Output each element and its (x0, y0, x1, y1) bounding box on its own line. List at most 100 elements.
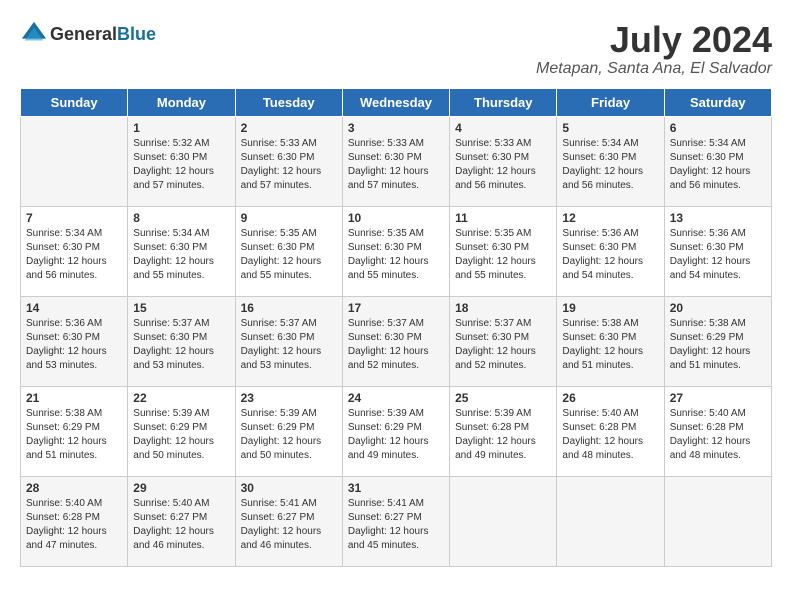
calendar-cell: 23 Sunrise: 5:39 AM Sunset: 6:29 PM Dayli… (235, 386, 342, 476)
calendar-body: 1 Sunrise: 5:32 AM Sunset: 6:30 PM Daylig… (21, 116, 772, 566)
cell-content: Sunrise: 5:33 AM Sunset: 6:30 PM Dayligh… (455, 137, 551, 193)
cell-content: Sunrise: 5:35 AM Sunset: 6:30 PM Dayligh… (455, 227, 551, 283)
calendar-cell: 9Sunrise: 5:35 AM Sunset: 6:30 PM Daylig… (235, 206, 342, 296)
calendar-cell: 31 Sunrise: 5:41 AM Sunset: 6:27 PM Dayli… (342, 476, 449, 566)
cell-content: Sunrise: 5:35 AM Sunset: 6:30 PM Dayligh… (348, 227, 444, 283)
days-header-row: Sunday Monday Tuesday Wednesday Thursday… (21, 88, 772, 116)
day-number: 24 (348, 391, 444, 405)
calendar-cell: 26 Sunrise: 5:40 AM Sunset: 6:28 PM Dayli… (557, 386, 664, 476)
day-number: 6 (670, 121, 766, 135)
day-number: 8 (133, 211, 229, 225)
month-year-title: July 2024 (536, 20, 772, 60)
cell-content: Sunrise: 5:41 AM Sunset: 6:27 PM Dayligh… (348, 497, 444, 553)
cell-content: Sunrise: 5:39 AM Sunset: 6:29 PM Dayligh… (348, 407, 444, 463)
calendar-cell: 3 Sunrise: 5:33 AM Sunset: 6:30 PM Daylig… (342, 116, 449, 206)
cell-content: Sunrise: 5:40 AM Sunset: 6:28 PM Dayligh… (26, 497, 122, 553)
cell-content: Sunrise: 5:32 AM Sunset: 6:30 PM Dayligh… (133, 137, 229, 193)
logo-blue: Blue (117, 24, 156, 44)
cell-content: Sunrise: 5:40 AM Sunset: 6:28 PM Dayligh… (562, 407, 658, 463)
cell-content: Sunrise: 5:33 AM Sunset: 6:30 PM Dayligh… (348, 137, 444, 193)
calendar-header: Sunday Monday Tuesday Wednesday Thursday… (21, 88, 772, 116)
day-number: 23 (241, 391, 337, 405)
cell-content: Sunrise: 5:38 AM Sunset: 6:29 PM Dayligh… (26, 407, 122, 463)
calendar-cell: 14 Sunrise: 5:36 AM Sunset: 6:30 PM Dayli… (21, 296, 128, 386)
calendar-cell: 25Sunrise: 5:39 AM Sunset: 6:28 PM Dayli… (450, 386, 557, 476)
cell-content: Sunrise: 5:36 AM Sunset: 6:30 PM Dayligh… (562, 227, 658, 283)
day-number: 30 (241, 481, 337, 495)
calendar-cell: 1 Sunrise: 5:32 AM Sunset: 6:30 PM Daylig… (128, 116, 235, 206)
cell-content: Sunrise: 5:34 AM Sunset: 6:30 PM Dayligh… (562, 137, 658, 193)
calendar-cell: 30 Sunrise: 5:41 AM Sunset: 6:27 PM Dayli… (235, 476, 342, 566)
cell-content: Sunrise: 5:34 AM Sunset: 6:30 PM Dayligh… (133, 227, 229, 283)
cell-content: Sunrise: 5:41 AM Sunset: 6:27 PM Dayligh… (241, 497, 337, 553)
header-wednesday: Wednesday (342, 88, 449, 116)
day-number: 10 (348, 211, 444, 225)
cell-content: Sunrise: 5:39 AM Sunset: 6:28 PM Dayligh… (455, 407, 551, 463)
cell-content: Sunrise: 5:34 AM Sunset: 6:30 PM Dayligh… (26, 227, 122, 283)
header-saturday: Saturday (664, 88, 771, 116)
cell-content: Sunrise: 5:37 AM Sunset: 6:30 PM Dayligh… (455, 317, 551, 373)
calendar-cell: 22 Sunrise: 5:39 AM Sunset: 6:29 PM Dayli… (128, 386, 235, 476)
cell-content: Sunrise: 5:35 AM Sunset: 6:30 PM Dayligh… (241, 227, 337, 283)
logo-general: General (50, 24, 117, 44)
calendar-cell: 12 Sunrise: 5:36 AM Sunset: 6:30 PM Dayli… (557, 206, 664, 296)
day-number: 27 (670, 391, 766, 405)
day-number: 7 (26, 211, 122, 225)
cell-content: Sunrise: 5:36 AM Sunset: 6:30 PM Dayligh… (26, 317, 122, 373)
calendar-cell: 2Sunrise: 5:33 AM Sunset: 6:30 PM Daylig… (235, 116, 342, 206)
calendar-cell: 24 Sunrise: 5:39 AM Sunset: 6:29 PM Dayli… (342, 386, 449, 476)
header-sunday: Sunday (21, 88, 128, 116)
day-number: 18 (455, 301, 551, 315)
calendar-cell: 17 Sunrise: 5:37 AM Sunset: 6:30 PM Dayli… (342, 296, 449, 386)
calendar-cell: 10 Sunrise: 5:35 AM Sunset: 6:30 PM Dayli… (342, 206, 449, 296)
day-number: 29 (133, 481, 229, 495)
day-number: 31 (348, 481, 444, 495)
day-number: 5 (562, 121, 658, 135)
cell-content: Sunrise: 5:38 AM Sunset: 6:30 PM Dayligh… (562, 317, 658, 373)
cell-content: Sunrise: 5:37 AM Sunset: 6:30 PM Dayligh… (348, 317, 444, 373)
calendar-cell: 28Sunrise: 5:40 AM Sunset: 6:28 PM Dayli… (21, 476, 128, 566)
calendar-week-row: 14 Sunrise: 5:36 AM Sunset: 6:30 PM Dayli… (21, 296, 772, 386)
cell-content: Sunrise: 5:33 AM Sunset: 6:30 PM Dayligh… (241, 137, 337, 193)
calendar-cell: 21Sunrise: 5:38 AM Sunset: 6:29 PM Dayli… (21, 386, 128, 476)
day-number: 14 (26, 301, 122, 315)
logo-icon (20, 20, 48, 48)
calendar-week-row: 7 Sunrise: 5:34 AM Sunset: 6:30 PM Daylig… (21, 206, 772, 296)
cell-content: Sunrise: 5:40 AM Sunset: 6:27 PM Dayligh… (133, 497, 229, 553)
calendar-table: Sunday Monday Tuesday Wednesday Thursday… (20, 88, 772, 567)
calendar-cell: 8 Sunrise: 5:34 AM Sunset: 6:30 PM Daylig… (128, 206, 235, 296)
day-number: 22 (133, 391, 229, 405)
calendar-cell: 20Sunrise: 5:38 AM Sunset: 6:29 PM Dayli… (664, 296, 771, 386)
cell-content: Sunrise: 5:37 AM Sunset: 6:30 PM Dayligh… (133, 317, 229, 373)
day-number: 19 (562, 301, 658, 315)
cell-content: Sunrise: 5:37 AM Sunset: 6:30 PM Dayligh… (241, 317, 337, 373)
day-number: 16 (241, 301, 337, 315)
cell-content: Sunrise: 5:39 AM Sunset: 6:29 PM Dayligh… (241, 407, 337, 463)
calendar-week-row: 28Sunrise: 5:40 AM Sunset: 6:28 PM Dayli… (21, 476, 772, 566)
cell-content: Sunrise: 5:38 AM Sunset: 6:29 PM Dayligh… (670, 317, 766, 373)
calendar-cell: 13Sunrise: 5:36 AM Sunset: 6:30 PM Dayli… (664, 206, 771, 296)
calendar-cell: 29 Sunrise: 5:40 AM Sunset: 6:27 PM Dayli… (128, 476, 235, 566)
header-monday: Monday (128, 88, 235, 116)
day-number: 15 (133, 301, 229, 315)
calendar-cell: 4 Sunrise: 5:33 AM Sunset: 6:30 PM Daylig… (450, 116, 557, 206)
day-number: 11 (455, 211, 551, 225)
calendar-cell: 11 Sunrise: 5:35 AM Sunset: 6:30 PM Dayli… (450, 206, 557, 296)
day-number: 4 (455, 121, 551, 135)
day-number: 12 (562, 211, 658, 225)
calendar-cell: 7 Sunrise: 5:34 AM Sunset: 6:30 PM Daylig… (21, 206, 128, 296)
day-number: 3 (348, 121, 444, 135)
calendar-cell (21, 116, 128, 206)
calendar-cell: 16 Sunrise: 5:37 AM Sunset: 6:30 PM Dayli… (235, 296, 342, 386)
calendar-week-row: 1 Sunrise: 5:32 AM Sunset: 6:30 PM Daylig… (21, 116, 772, 206)
day-number: 1 (133, 121, 229, 135)
logo: GeneralBlue (20, 20, 156, 48)
cell-content: Sunrise: 5:34 AM Sunset: 6:30 PM Dayligh… (670, 137, 766, 193)
day-number: 26 (562, 391, 658, 405)
day-number: 17 (348, 301, 444, 315)
cell-content: Sunrise: 5:39 AM Sunset: 6:29 PM Dayligh… (133, 407, 229, 463)
day-number: 13 (670, 211, 766, 225)
calendar-cell: 27Sunrise: 5:40 AM Sunset: 6:28 PM Dayli… (664, 386, 771, 476)
header-friday: Friday (557, 88, 664, 116)
title-block: July 2024 Metapan, Santa Ana, El Salvado… (536, 20, 772, 78)
